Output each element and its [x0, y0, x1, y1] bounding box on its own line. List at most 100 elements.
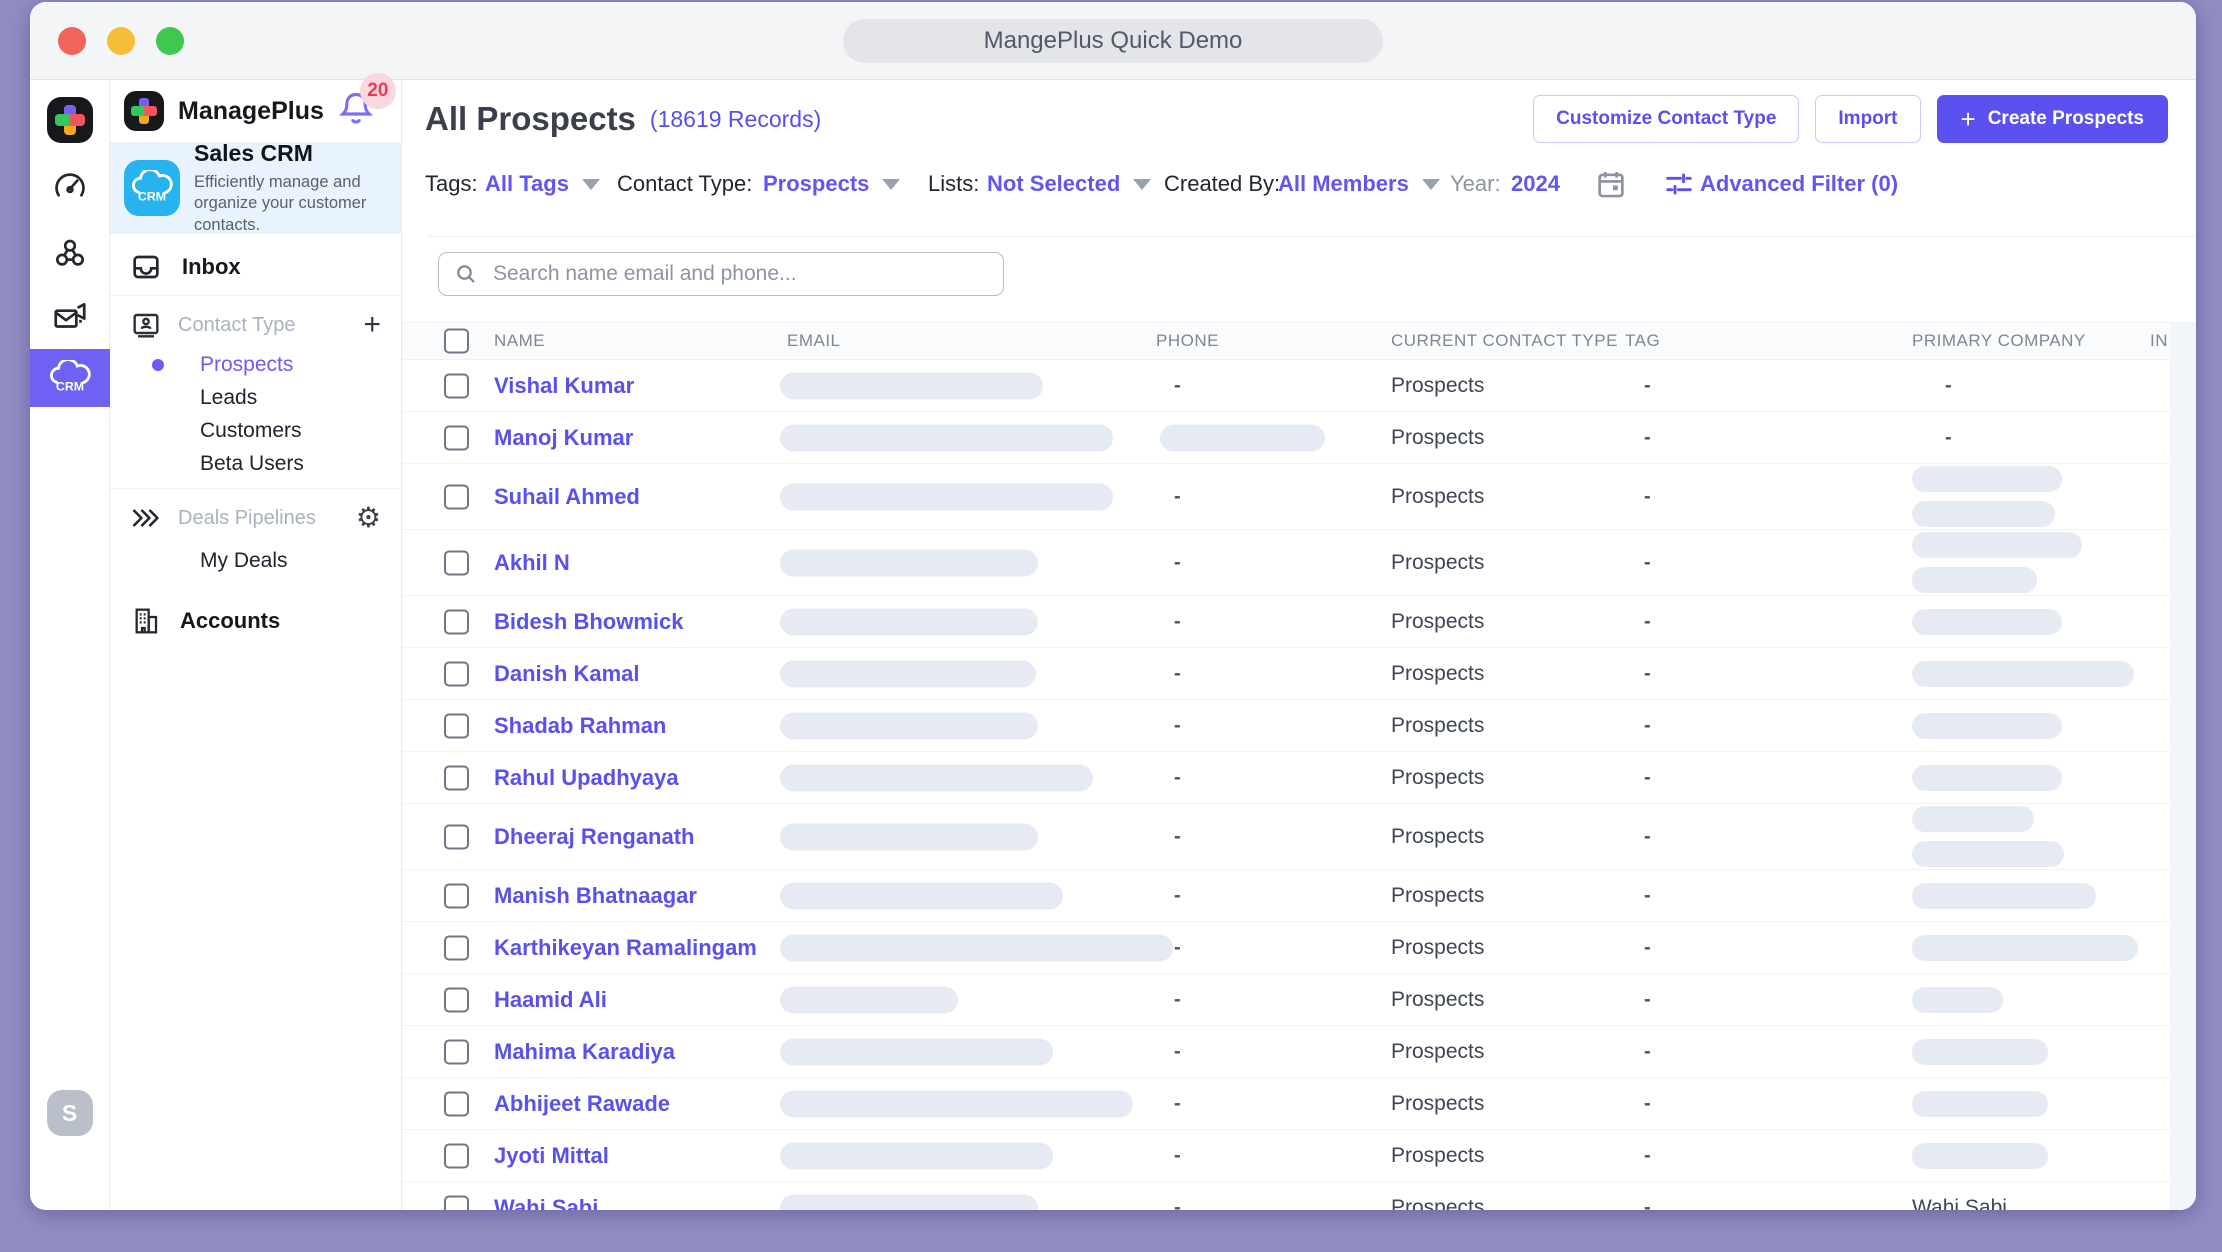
- table-row[interactable]: Suhail Ahmed-Prospects-: [402, 464, 2196, 530]
- prospect-name-link[interactable]: Haamid Ali: [494, 987, 607, 1013]
- sidebar-item-my-deals[interactable]: My Deals: [110, 541, 401, 581]
- row-checkbox[interactable]: [444, 484, 469, 509]
- table-row[interactable]: Wahi Sabi-Prospects-Wahi Sabi: [402, 1182, 2196, 1210]
- table-row[interactable]: Abhijeet Rawade-Prospects-: [402, 1078, 2196, 1130]
- dashboard-icon[interactable]: [50, 167, 90, 207]
- redacted-company-bars: [1912, 1026, 2048, 1077]
- prospect-name-link[interactable]: Jyoti Mittal: [494, 1143, 609, 1169]
- table-body: Vishal Kumar-Prospects--Manoj KumarProsp…: [402, 360, 2196, 1210]
- row-checkbox[interactable]: [444, 609, 469, 634]
- sidebar-item-prospects[interactable]: Prospects: [110, 348, 401, 381]
- table-row[interactable]: Bidesh Bhowmick-Prospects-: [402, 596, 2196, 648]
- prospect-name-link[interactable]: Karthikeyan Ramalingam: [494, 935, 757, 961]
- table-row[interactable]: Karthikeyan Ramalingam-Prospects-: [402, 922, 2196, 974]
- contacts-network-icon[interactable]: [50, 233, 90, 273]
- row-checkbox[interactable]: [444, 824, 469, 849]
- row-checkbox[interactable]: [444, 1195, 469, 1210]
- create-prospects-button[interactable]: + Create Prospects: [1937, 95, 2168, 143]
- redacted-email-bar: [780, 823, 1038, 850]
- column-header-tag[interactable]: TAG: [1625, 331, 1660, 351]
- phone-value: -: [1174, 1040, 1181, 1063]
- notifications-bell[interactable]: 20: [336, 89, 376, 134]
- minimize-window-button[interactable]: [107, 27, 135, 55]
- column-header-name[interactable]: NAME: [494, 331, 545, 351]
- row-checkbox[interactable]: [444, 713, 469, 738]
- app-window: MangePlus Quick Demo: [30, 2, 2196, 1210]
- add-contact-type-button[interactable]: +: [363, 310, 381, 340]
- app-logo-icon[interactable]: [47, 97, 93, 143]
- table-row[interactable]: Manish Bhatnaagar-Prospects-: [402, 870, 2196, 922]
- calendar-icon[interactable]: [1594, 167, 1628, 201]
- tags-filter-dropdown[interactable]: All Tags: [485, 171, 600, 197]
- sales-crm-card[interactable]: CRM Sales CRM Efficiently manage and org…: [110, 142, 401, 234]
- prospect-name-link[interactable]: Manoj Kumar: [494, 425, 633, 451]
- table-row[interactable]: Haamid Ali-Prospects-: [402, 974, 2196, 1026]
- app-card-title: Sales CRM: [194, 140, 399, 167]
- table-row[interactable]: Mahima Karadiya-Prospects-: [402, 1026, 2196, 1078]
- row-checkbox[interactable]: [444, 1039, 469, 1064]
- workspace-name[interactable]: ManagePlus: [178, 97, 324, 126]
- sidebar-item-crm-active[interactable]: CRM: [30, 349, 110, 407]
- customize-contact-type-button[interactable]: Customize Contact Type: [1533, 95, 1799, 143]
- prospect-name-link[interactable]: Wahi Sabi: [494, 1195, 598, 1211]
- user-avatar[interactable]: S: [47, 1090, 93, 1136]
- table-row[interactable]: Danish Kamal-Prospects-: [402, 648, 2196, 700]
- year-filter-value[interactable]: 2024: [1511, 171, 1560, 197]
- prospect-name-link[interactable]: Vishal Kumar: [494, 373, 634, 399]
- redacted-phone-bar: [1160, 424, 1325, 451]
- prospect-name-link[interactable]: Danish Kamal: [494, 661, 640, 687]
- advanced-filter-button[interactable]: Advanced Filter (0): [1700, 171, 1898, 197]
- prospect-name-link[interactable]: Mahima Karadiya: [494, 1039, 675, 1065]
- sidebar-item-customers[interactable]: Customers: [110, 414, 401, 447]
- row-checkbox[interactable]: [444, 425, 469, 450]
- search-input[interactable]: [438, 252, 1004, 296]
- table-row[interactable]: Jyoti Mittal-Prospects-: [402, 1130, 2196, 1182]
- row-checkbox[interactable]: [444, 1143, 469, 1168]
- created-by-filter-dropdown[interactable]: All Members: [1278, 171, 1440, 197]
- prospect-name-link[interactable]: Bidesh Bhowmick: [494, 609, 683, 635]
- column-header-primary-company[interactable]: PRIMARY COMPANY: [1912, 331, 2086, 351]
- table-row[interactable]: Rahul Upadhyaya-Prospects-: [402, 752, 2196, 804]
- row-checkbox[interactable]: [444, 550, 469, 575]
- company-value: -: [1945, 374, 1952, 397]
- prospect-name-link[interactable]: Abhijeet Rawade: [494, 1091, 670, 1117]
- prospect-name-link[interactable]: Manish Bhatnaagar: [494, 883, 697, 909]
- gear-icon[interactable]: ⚙: [356, 504, 381, 532]
- row-checkbox[interactable]: [444, 373, 469, 398]
- prospect-name-link[interactable]: Suhail Ahmed: [494, 484, 640, 510]
- table-row[interactable]: Manoj KumarProspects--: [402, 412, 2196, 464]
- import-button[interactable]: Import: [1815, 95, 1920, 143]
- tag-value: -: [1644, 551, 1651, 574]
- prospect-name-link[interactable]: Dheeraj Renganath: [494, 824, 695, 850]
- select-all-checkbox[interactable]: [444, 329, 469, 354]
- campaigns-icon[interactable]: [50, 297, 90, 337]
- row-checkbox[interactable]: [444, 765, 469, 790]
- sidebar-item-leads[interactable]: Leads: [110, 381, 401, 414]
- column-header-phone[interactable]: PHONE: [1156, 331, 1219, 351]
- sidebar-item-accounts[interactable]: Accounts: [110, 597, 401, 645]
- table-row[interactable]: Vishal Kumar-Prospects--: [402, 360, 2196, 412]
- row-checkbox[interactable]: [444, 935, 469, 960]
- column-header-email[interactable]: EMAIL: [787, 331, 841, 351]
- prospect-name-link[interactable]: Shadab Rahman: [494, 713, 666, 739]
- row-checkbox[interactable]: [444, 987, 469, 1012]
- table-row[interactable]: Shadab Rahman-Prospects-: [402, 700, 2196, 752]
- row-checkbox[interactable]: [444, 1091, 469, 1116]
- contact-type-filter-dropdown[interactable]: Prospects: [763, 171, 900, 197]
- zoom-window-button[interactable]: [156, 27, 184, 55]
- close-window-button[interactable]: [58, 27, 86, 55]
- beta-users-label: Beta Users: [200, 452, 304, 476]
- sidebar-item-beta-users[interactable]: Beta Users: [110, 447, 401, 480]
- table-row[interactable]: Dheeraj Renganath-Prospects-: [402, 804, 2196, 870]
- table-row[interactable]: Akhil N-Prospects-: [402, 530, 2196, 596]
- row-checkbox[interactable]: [444, 661, 469, 686]
- sidebar-item-inbox[interactable]: Inbox: [110, 239, 401, 296]
- lists-filter-dropdown[interactable]: Not Selected: [987, 171, 1151, 197]
- prospect-name-link[interactable]: Rahul Upadhyaya: [494, 765, 679, 791]
- column-header-in[interactable]: IN: [2150, 331, 2168, 351]
- prospect-name-link[interactable]: Akhil N: [494, 550, 570, 576]
- column-header-contact-type[interactable]: CURRENT CONTACT TYPE: [1391, 331, 1618, 351]
- row-checkbox[interactable]: [444, 883, 469, 908]
- caret-down-icon: [882, 179, 900, 190]
- advanced-filter-icon[interactable]: [1662, 167, 1696, 201]
